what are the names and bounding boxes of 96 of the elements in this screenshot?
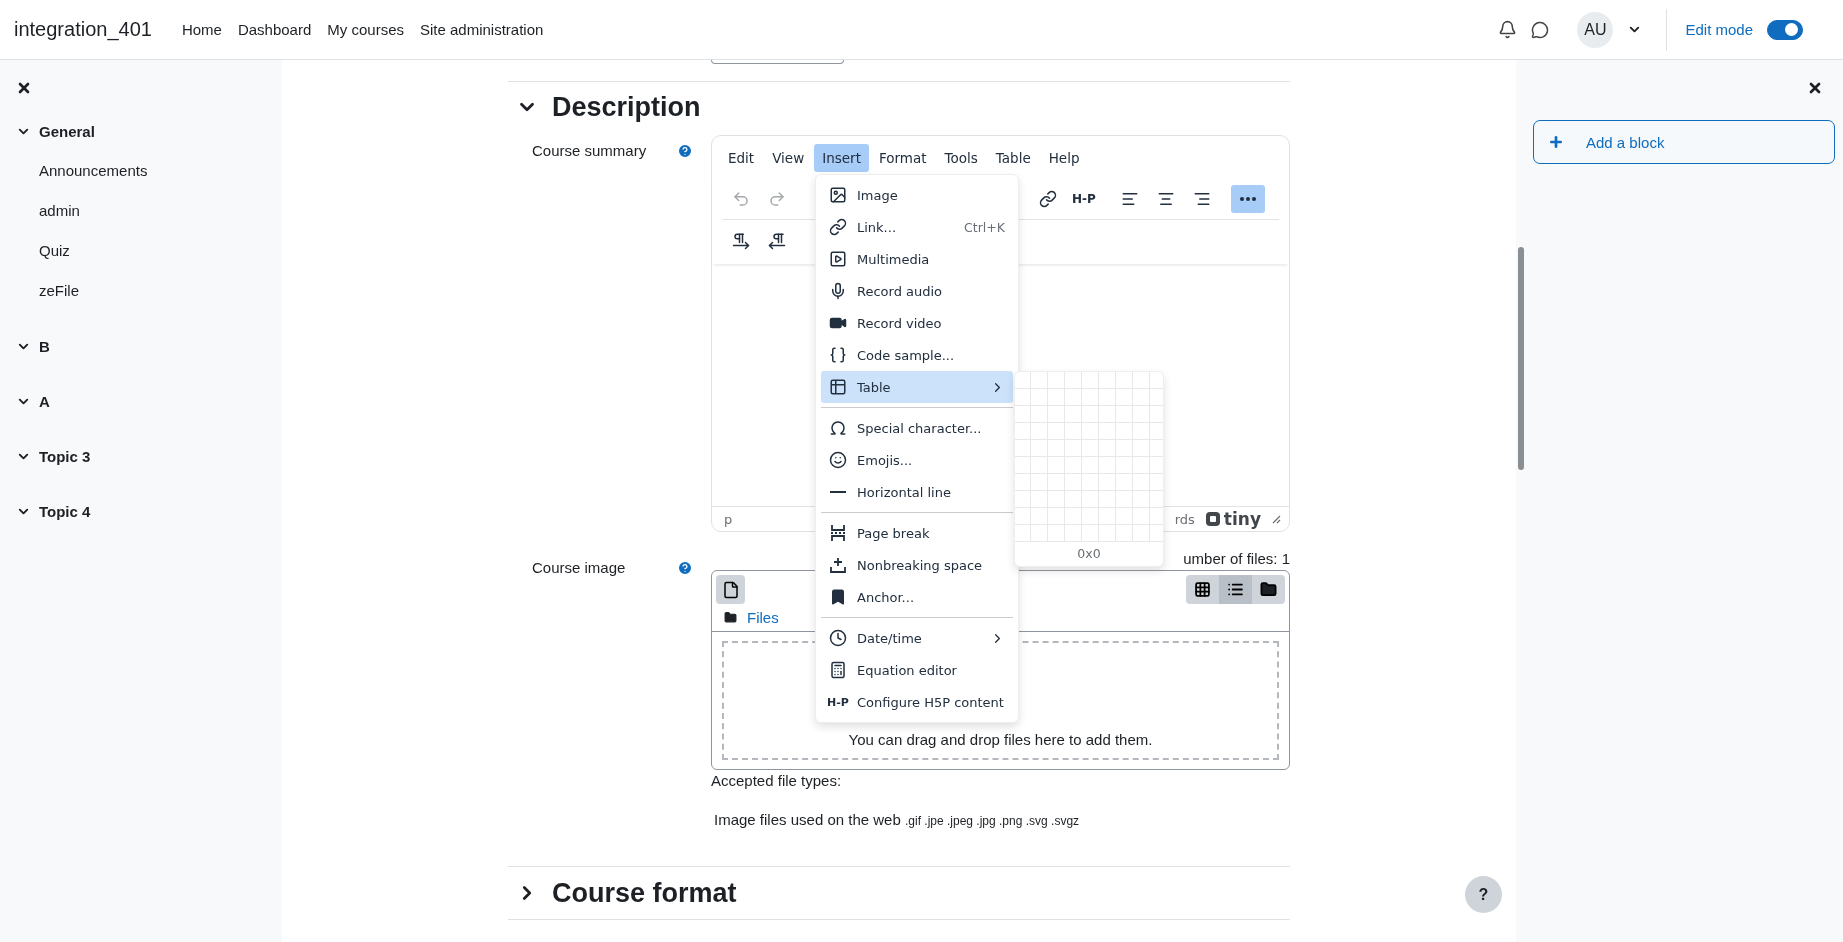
course-section-link[interactable]: Topic 3 xyxy=(39,447,91,465)
menu-item[interactable]: Link... Ctrl+K xyxy=(821,211,1013,243)
editor-menu-tab[interactable]: Insert xyxy=(814,144,869,172)
calculator-icon xyxy=(829,661,847,679)
bookmark-icon xyxy=(829,588,847,606)
course-section-link[interactable]: A xyxy=(39,392,50,410)
menu-item[interactable]: Horizontal line xyxy=(821,476,1013,508)
activity-link[interactable]: zeFile xyxy=(39,271,266,311)
menu-item[interactable]: Equation editor xyxy=(821,654,1013,686)
table-icon xyxy=(829,378,847,396)
page-break-icon xyxy=(829,524,847,542)
element-path[interactable]: p xyxy=(724,511,733,527)
menu-item[interactable]: Table xyxy=(821,371,1013,403)
menu-item[interactable]: Emojis... xyxy=(821,444,1013,476)
edit-mode-label: Edit mode xyxy=(1685,21,1753,38)
max-files-note: umber of files: 1 xyxy=(1183,550,1290,569)
menu-item[interactable]: Record audio xyxy=(821,275,1013,307)
nav-link[interactable]: Dashboard xyxy=(237,21,312,38)
line-icon xyxy=(830,491,846,493)
field-label: Course image xyxy=(532,559,626,576)
plus-icon xyxy=(1548,134,1564,150)
view-mode-button[interactable] xyxy=(1252,575,1285,604)
view-mode-button[interactable] xyxy=(1219,575,1252,604)
editor-menu-tab[interactable]: Format xyxy=(870,144,935,172)
list-icon xyxy=(1227,581,1244,598)
accepted-types-list: Image files used on the web .gif .jpe .jpeg .jpg .png .svg .svgz xyxy=(714,811,1290,828)
nav-link[interactable]: My courses xyxy=(327,21,404,38)
help-icon[interactable] xyxy=(677,560,693,576)
word-count: rds xyxy=(1174,511,1195,527)
drop-hint: You can drag and drop files here to add them. xyxy=(848,731,1153,748)
user-avatar[interactable]: AU xyxy=(1577,11,1614,48)
folder-icon xyxy=(1260,581,1277,598)
section-heading: Course format xyxy=(552,877,737,909)
pilcrow-right-icon xyxy=(732,232,750,250)
nav-link[interactable]: Site administration xyxy=(420,21,544,38)
braces-icon xyxy=(829,346,847,364)
course-section-link[interactable]: B xyxy=(39,337,50,355)
toolbar-button[interactable] xyxy=(1231,184,1265,213)
menu-item[interactable]: Image xyxy=(821,179,1013,211)
file-icon xyxy=(721,580,740,599)
menu-item[interactable]: Code sample... xyxy=(821,339,1013,371)
close-icon[interactable] xyxy=(16,80,32,96)
tiny-logo[interactable]: tiny xyxy=(1204,509,1261,529)
view-mode-button[interactable] xyxy=(1186,575,1219,604)
breadcrumb-link[interactable]: Files xyxy=(747,609,779,626)
field-label: Course summary xyxy=(532,142,647,159)
h5p-icon: H-P xyxy=(827,695,849,709)
play-icon xyxy=(829,250,847,268)
editor-menu-tab[interactable]: Edit xyxy=(720,144,763,172)
editor-menu-tab[interactable]: Tools xyxy=(936,144,986,172)
notifications-icon[interactable] xyxy=(1498,20,1518,39)
add-file-button[interactable] xyxy=(716,575,745,604)
menu-item[interactable]: Record video xyxy=(821,307,1013,339)
menu-item[interactable]: Multimedia xyxy=(821,243,1013,275)
link-icon xyxy=(829,218,847,236)
pilcrow-left-icon xyxy=(768,232,786,250)
menu-item[interactable]: Special character... xyxy=(821,412,1013,444)
grid-icon xyxy=(1194,581,1211,598)
link-icon xyxy=(1039,189,1057,208)
image-icon xyxy=(829,186,847,204)
nav-link[interactable]: Home xyxy=(181,21,222,38)
close-icon[interactable] xyxy=(1807,80,1823,96)
clock-icon xyxy=(829,629,847,647)
scrollbar-thumb[interactable] xyxy=(1518,247,1524,470)
editor-menu-tab[interactable]: View xyxy=(764,144,813,172)
resize-handle-icon[interactable] xyxy=(1271,514,1281,524)
smiley-icon xyxy=(829,451,847,469)
site-name[interactable]: integration_401 xyxy=(14,18,152,41)
folder-icon xyxy=(724,611,737,624)
undo-icon xyxy=(732,189,750,208)
menu-item[interactable]: Page break xyxy=(821,517,1013,549)
activity-link[interactable]: admin xyxy=(39,191,266,231)
tiny-mark-icon xyxy=(1204,511,1221,527)
tray-plus-icon xyxy=(829,556,847,574)
course-section-link[interactable]: General xyxy=(39,122,95,140)
toolbar-button[interactable]: H-P xyxy=(1067,184,1101,213)
omega-icon xyxy=(829,419,847,437)
messages-icon[interactable] xyxy=(1531,20,1550,39)
microphone-icon xyxy=(829,282,847,300)
activity-link[interactable]: Announcements xyxy=(39,151,266,191)
editor-menu-tab[interactable]: Help xyxy=(1040,144,1088,172)
course-section-link[interactable]: Topic 4 xyxy=(39,502,91,520)
add-block-button[interactable]: Add a block xyxy=(1533,120,1835,164)
menu-item[interactable]: H-P Configure H5P content xyxy=(821,686,1013,718)
edit-mode-toggle[interactable] xyxy=(1767,19,1803,40)
accepted-types-label: Accepted file types: xyxy=(711,771,843,789)
menu-item[interactable]: Nonbreaking space xyxy=(821,549,1013,581)
help-button[interactable]: ? xyxy=(1465,876,1502,913)
ellipsis-icon xyxy=(1240,196,1256,201)
menu-item[interactable]: Anchor... xyxy=(821,581,1013,613)
section-heading: Description xyxy=(552,91,701,123)
activity-link[interactable]: Quiz xyxy=(39,231,266,271)
redo-icon xyxy=(768,189,786,208)
table-size-label: 0x0 xyxy=(1076,545,1102,563)
help-icon[interactable] xyxy=(677,143,693,159)
editor-menu-tab[interactable]: Table xyxy=(987,144,1039,172)
